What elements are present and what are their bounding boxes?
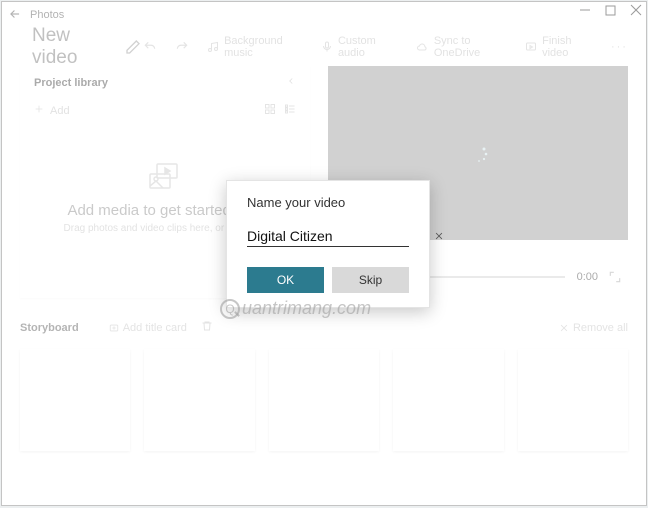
app-window: Photos New video: [1, 1, 647, 506]
ok-button[interactable]: OK: [247, 267, 324, 293]
dialog-title: Name your video: [247, 195, 409, 210]
name-video-dialog: Name your video OK Skip: [226, 180, 430, 308]
skip-button[interactable]: Skip: [332, 267, 409, 293]
clear-input-icon[interactable]: [434, 229, 444, 244]
video-name-input[interactable]: [247, 226, 428, 246]
